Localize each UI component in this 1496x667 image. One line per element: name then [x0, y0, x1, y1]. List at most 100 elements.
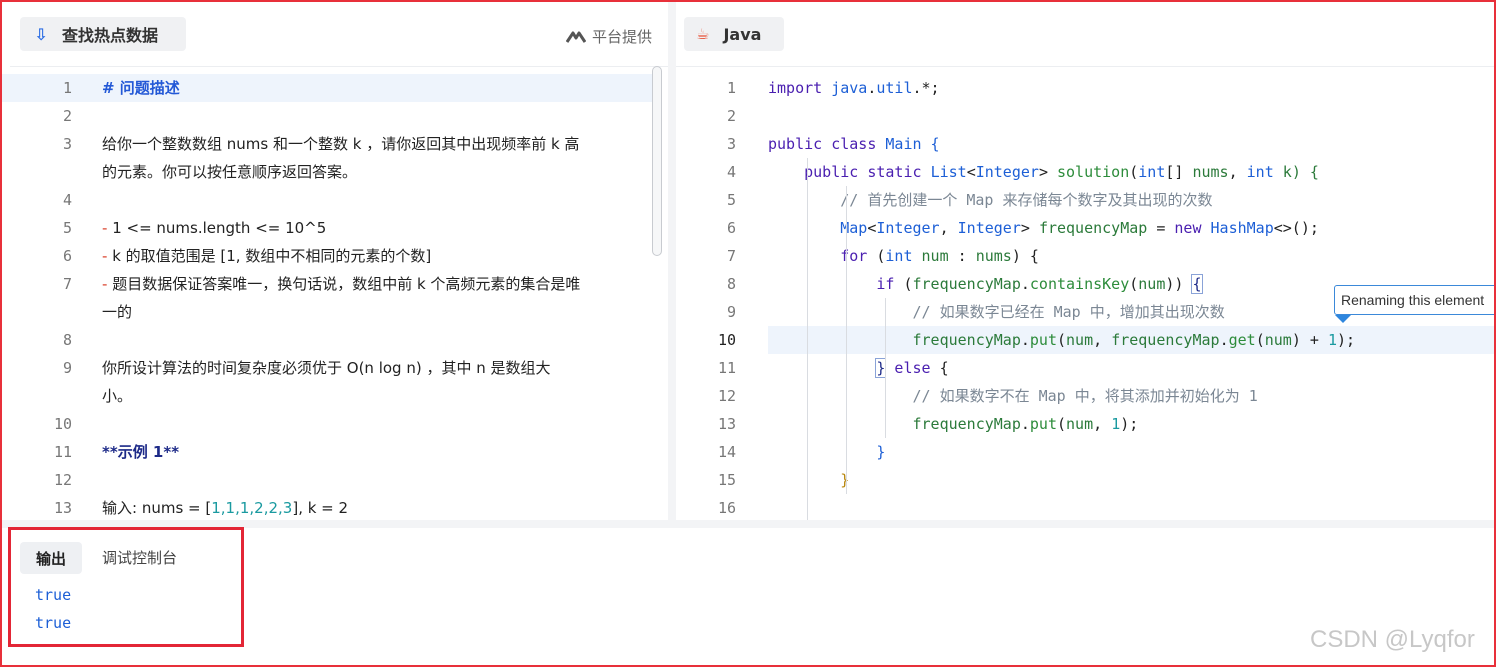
- token: }: [768, 471, 850, 489]
- code-line: 11 } else {: [676, 354, 1494, 382]
- problem-tab-title: 查找热点数据: [62, 26, 159, 45]
- line-number: 1: [726, 79, 736, 97]
- line-number: 3: [726, 135, 736, 153]
- line-number: 5: [726, 191, 736, 209]
- line-text: }: [768, 438, 885, 466]
- token: 1: [1111, 415, 1121, 433]
- tab-problem[interactable]: ⇩ 查找热点数据: [20, 17, 186, 51]
- divider: [10, 66, 668, 67]
- line-text: // 首先创建一个 Map 来存储每个数字及其出现的次数: [768, 186, 1213, 214]
- token: HashMap: [1210, 219, 1274, 237]
- token: 1: [1327, 331, 1337, 349]
- token: .: [1020, 415, 1030, 433]
- token: containsKey: [1029, 275, 1130, 293]
- line-number: 6: [726, 219, 736, 237]
- line-number: 1: [62, 79, 72, 97]
- token: (: [1057, 415, 1067, 433]
- token: put: [1029, 415, 1057, 433]
- line-number: 5: [62, 219, 72, 237]
- line-number: 13: [53, 499, 72, 517]
- markdown-line: 的元素。你可以按任意顺序返回答案。: [2, 158, 652, 186]
- line-text: # 问题描述: [102, 74, 642, 102]
- highlight-annotation-box: [8, 527, 244, 647]
- line-text: } else {: [768, 354, 949, 382]
- divider: [676, 66, 1494, 67]
- line-number: 9: [62, 359, 72, 377]
- token: nums: [1192, 163, 1229, 181]
- line-number: 4: [62, 191, 72, 209]
- token: {: [939, 359, 949, 377]
- token: frequencyMap: [912, 331, 1021, 349]
- token: num: [1264, 331, 1292, 349]
- line-number: 6: [62, 247, 72, 265]
- code-line: 7 for (int num : nums) {: [676, 242, 1494, 270]
- platform-logo-icon: [565, 31, 586, 43]
- token: {: [921, 135, 940, 153]
- line-text: 你所设计算法的时间复杂度必须优于 O(n log n) ，其中 n 是数组大: [102, 354, 642, 382]
- line-text: 的元素。你可以按任意顺序返回答案。: [102, 158, 642, 186]
- token: nums: [975, 247, 1012, 265]
- line-text: 小。: [102, 382, 642, 410]
- token: )): [1165, 275, 1193, 293]
- line-text: import java.util.*;: [768, 74, 940, 102]
- line-number: 9: [726, 303, 736, 321]
- tab-language[interactable]: ☕ Java: [684, 17, 784, 51]
- token: num: [1066, 415, 1094, 433]
- token: else: [885, 359, 940, 377]
- coffee-cup-icon: ☕: [696, 25, 710, 43]
- line-text: **示例 1**: [102, 438, 642, 466]
- vertical-splitter[interactable]: [668, 2, 676, 520]
- token: int: [885, 247, 913, 265]
- token: }: [768, 443, 886, 461]
- markdown-line: 8: [2, 326, 652, 354]
- token: get: [1228, 331, 1256, 349]
- line-number: 8: [62, 331, 72, 349]
- token: for: [768, 247, 877, 265]
- vertical-scrollbar[interactable]: [652, 66, 662, 256]
- line-number: 12: [717, 387, 736, 405]
- code-line: 10 frequencyMap.put(num, frequencyMap.ge…: [676, 326, 1494, 354]
- token: public class: [768, 135, 886, 153]
- token: ) {: [1291, 163, 1319, 181]
- token: []: [1165, 163, 1193, 181]
- token: (: [1057, 331, 1067, 349]
- token: java: [831, 79, 868, 97]
- line-text: frequencyMap.put(num, 1);: [768, 410, 1139, 438]
- token: num: [1066, 331, 1094, 349]
- token: );: [1336, 331, 1356, 349]
- token: 的元素。你可以按任意顺序返回答案。: [102, 163, 358, 181]
- provider-label: 平台提供: [591, 28, 652, 46]
- markdown-line: 5 - 1 <= nums.length <= 10^5: [2, 214, 652, 242]
- line-number: 11: [53, 443, 72, 461]
- token: Main: [885, 135, 922, 153]
- line-text: public static List<Integer> solution(int…: [768, 158, 1319, 186]
- token: =: [1147, 219, 1175, 237]
- line-number: 2: [726, 107, 736, 125]
- code-line: 2: [676, 102, 1494, 130]
- markdown-line: 7 - 题目数据保证答案唯一，换句话说，数组中前 k 个高频元素的集合是唯: [2, 270, 652, 298]
- token: frequencyMap: [912, 275, 1021, 293]
- token: ], k = 2: [292, 499, 349, 517]
- markdown-line: 12: [2, 466, 652, 494]
- line-text: - 1 <= nums.length <= 10^5: [102, 214, 642, 242]
- token: 给你一个整数数组 nums 和一个整数 k ，请你返回其中出现频率前 k 高: [102, 135, 580, 153]
- indent-guide: [807, 158, 808, 520]
- code-line: 12 // 如果数字不在 Map 中，将其添加并初始化为 1: [676, 382, 1494, 410]
- markdown-line: 4: [2, 186, 652, 214]
- line-number: 4: [726, 163, 736, 181]
- token: );: [1120, 415, 1139, 433]
- token: 1,1,1,2,2,3: [211, 499, 293, 517]
- token: // 首先创建一个 Map 来存储每个数字及其出现的次数: [768, 191, 1213, 209]
- token: new: [1174, 219, 1211, 237]
- token: >: [1038, 163, 1057, 181]
- line-text: - k 的取值范围是 [1, 数组中不相同的元素的个数]: [102, 242, 642, 270]
- markdown-line: 2: [2, 102, 652, 130]
- line-text: // 如果数字不在 Map 中，将其添加并初始化为 1: [768, 382, 1257, 410]
- code-line: 13 frequencyMap.put(num, 1);: [676, 410, 1494, 438]
- code-line: 15 }: [676, 466, 1494, 494]
- markdown-line: 9 你所设计算法的时间复杂度必须优于 O(n log n) ，其中 n 是数组大: [2, 354, 652, 382]
- token: k: [1273, 163, 1292, 181]
- markdown-line: 11 **示例 1**: [2, 438, 652, 466]
- token: .: [1020, 275, 1030, 293]
